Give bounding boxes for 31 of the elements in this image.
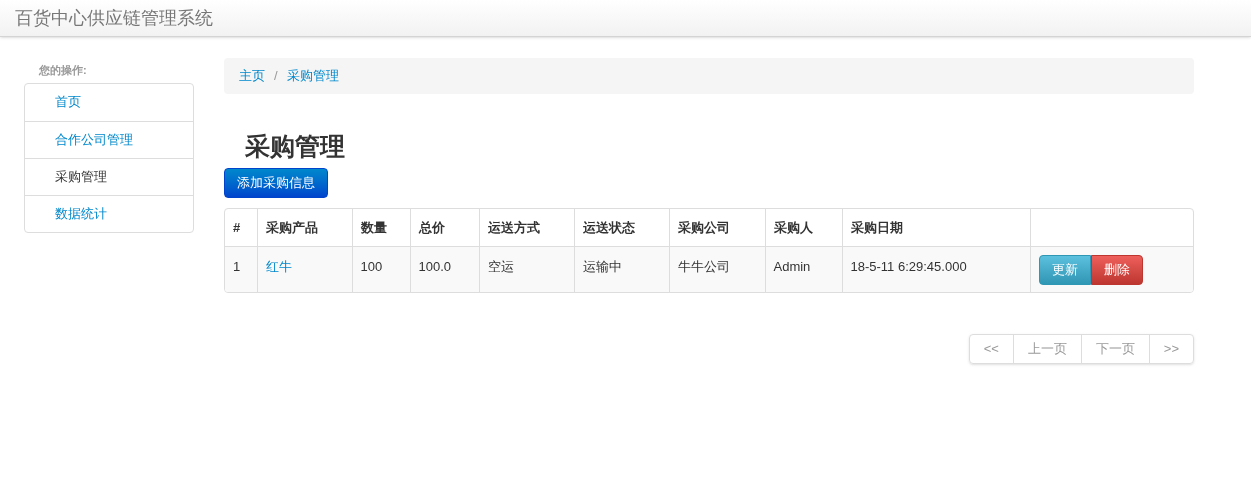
column-header: 采购日期 <box>850 219 903 235</box>
sidebar-item[interactable]: 采购管理 <box>25 158 193 195</box>
table-cell: 牛牛公司 <box>677 258 730 274</box>
table-cell: 空运 <box>487 258 514 274</box>
column-header: 采购公司 <box>677 219 730 235</box>
breadcrumb-link[interactable]: 采购管理 <box>286 66 339 86</box>
column-header: 运送方式 <box>487 219 540 235</box>
sidebar-item[interactable]: 数据统计 <box>25 195 193 232</box>
table-cell: 1 <box>233 258 241 274</box>
table-cell: Admin <box>773 258 811 274</box>
column-header: # <box>233 219 241 235</box>
table-cell: 18-5-11 6:29:45.000 <box>850 258 967 274</box>
table-cell: 100.0 <box>418 258 452 274</box>
add-button[interactable]: 添加采购信息 <box>224 168 328 198</box>
delete-button[interactable]: 删除 <box>1090 254 1143 285</box>
sidebar-heading: 您的操作: <box>38 63 88 78</box>
column-header: 采购人 <box>773 219 813 235</box>
column-header: 总价 <box>418 219 445 235</box>
sidebar-item[interactable]: 合作公司管理 <box>25 121 193 158</box>
column-header: 运送状态 <box>582 219 635 235</box>
column-header: 数量 <box>360 219 387 235</box>
column-header: 采购产品 <box>265 219 318 235</box>
product-link[interactable]: 红牛 <box>265 258 292 274</box>
page-title: 采购管理 <box>244 131 346 162</box>
breadcrumb-separator: / <box>274 67 278 86</box>
table-cell: 100 <box>360 258 383 274</box>
table-cell: 运输中 <box>582 258 622 274</box>
brand-title[interactable]: 百货中心供应链管理系统 <box>15 4 213 32</box>
breadcrumb-link[interactable]: 主页 <box>239 66 265 86</box>
sidebar-item[interactable]: 首页 <box>25 84 193 121</box>
update-button[interactable]: 更新 <box>1038 254 1091 285</box>
